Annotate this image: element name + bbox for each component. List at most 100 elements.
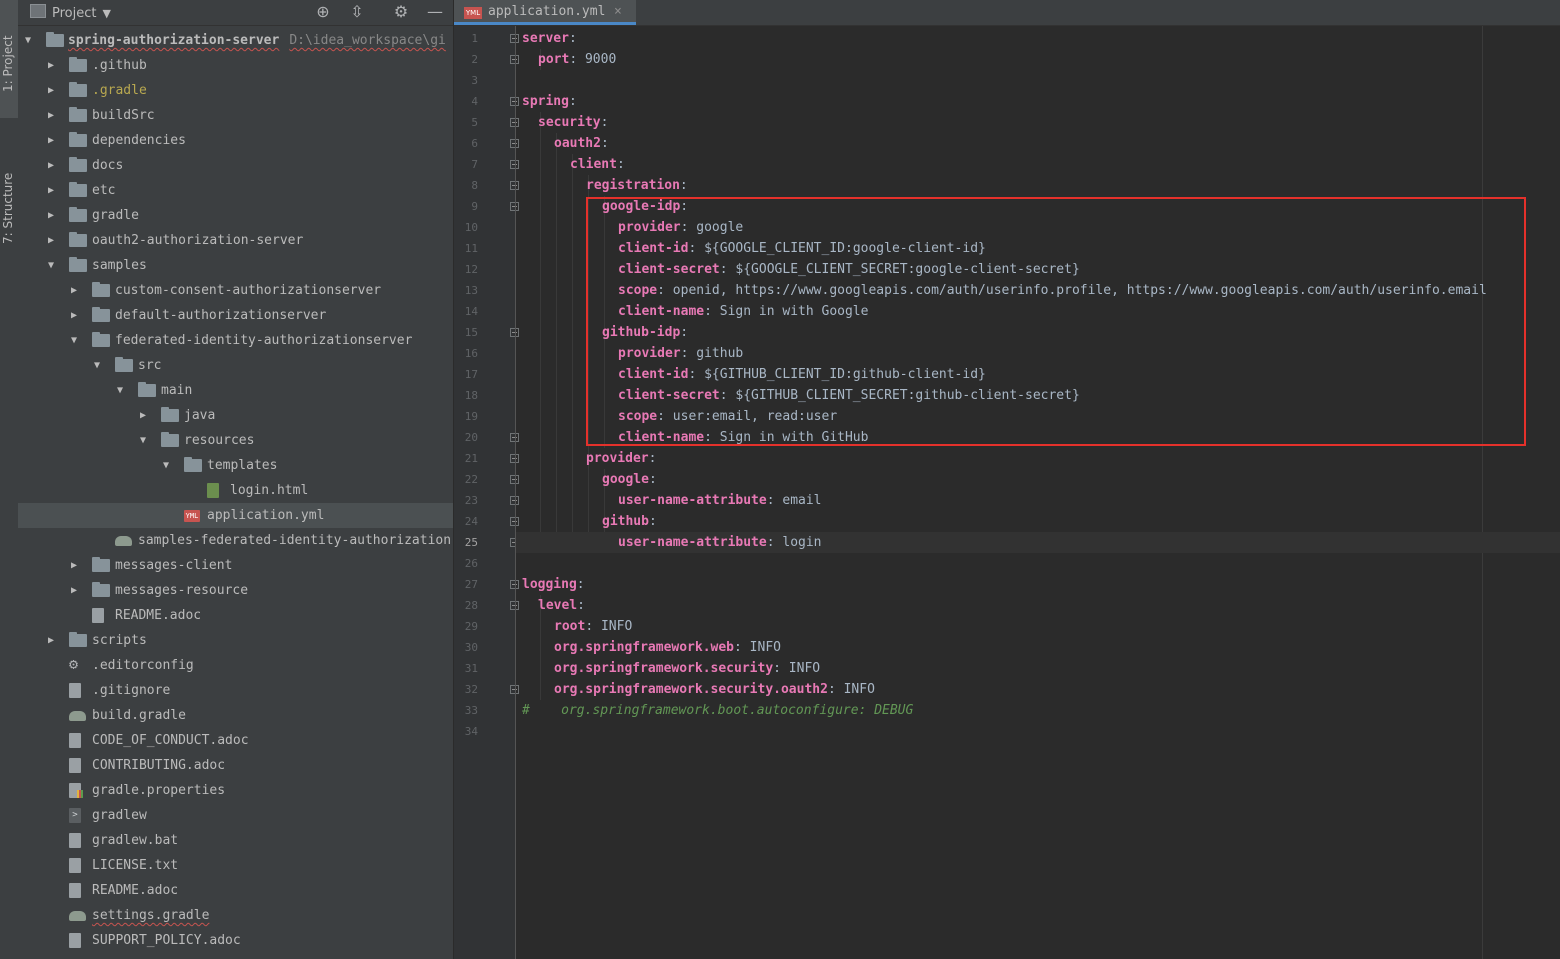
chevron-right-icon[interactable]: ▶ — [68, 303, 80, 328]
tree-item[interactable]: ▶ messages-client — [18, 553, 453, 578]
tree-item-label: resources — [184, 433, 255, 448]
tree-item-label: .gradle — [92, 83, 147, 98]
tree-item[interactable]: ▶ default-authorizationserver — [18, 303, 453, 328]
chevron-right-icon[interactable]: ▶ — [68, 278, 80, 303]
tree-item[interactable]: ▼ samples — [18, 253, 453, 278]
chevron-down-icon[interactable]: ▼ — [22, 28, 34, 53]
chevron-down-icon[interactable]: ▼ — [68, 328, 80, 353]
tree-item[interactable]: LICENSE.txt — [18, 853, 453, 878]
chevron-down-icon[interactable]: ▼ — [114, 378, 126, 403]
line-number: 28 — [464, 599, 478, 612]
chevron-down-icon[interactable]: ▼ — [160, 453, 172, 478]
chevron-right-icon[interactable]: ▶ — [45, 203, 57, 228]
tree-item[interactable]: gradle.properties — [18, 778, 453, 803]
tree-item[interactable]: ▶ oauth2-authorization-server — [18, 228, 453, 253]
tree-item[interactable]: YML application.yml — [18, 503, 453, 528]
tree-item[interactable]: ▼ src — [18, 353, 453, 378]
yaml-value: login — [774, 535, 822, 550]
line-number: 27 — [464, 578, 478, 591]
tree-item[interactable]: ▶ java — [18, 403, 453, 428]
tree-item[interactable]: gradlew.bat — [18, 828, 453, 853]
line-number: 25 — [464, 536, 478, 549]
code-line: google: — [602, 469, 657, 490]
line-number: 15 — [464, 326, 478, 339]
chevron-right-icon[interactable]: ▶ — [45, 128, 57, 153]
tree-item[interactable]: > gradlew — [18, 803, 453, 828]
chevron-right-icon[interactable]: ▶ — [45, 228, 57, 253]
tree-item[interactable]: ▶ .gradle — [18, 78, 453, 103]
yaml-key: org.springframework.security.oauth2 — [554, 682, 828, 697]
tab-application-yml[interactable]: YML application.yml × — [454, 0, 636, 25]
line-number: 34 — [464, 725, 478, 738]
folder-icon — [69, 207, 87, 222]
tree-item[interactable]: ▶ .github — [18, 53, 453, 78]
chevron-right-icon[interactable]: ▶ — [45, 78, 57, 103]
tree-item[interactable]: ▼ federated-identity-authorizationserver — [18, 328, 453, 353]
tree-item[interactable]: ▶ etc — [18, 178, 453, 203]
code-line: github: — [602, 511, 657, 532]
chevron-right-icon[interactable]: ▶ — [45, 53, 57, 78]
yaml-value: email — [774, 493, 822, 508]
tree-item-label: README.adoc — [92, 883, 179, 898]
tree-item[interactable]: ▶ messages-resource — [18, 578, 453, 603]
chevron-right-icon[interactable]: ▶ — [68, 553, 80, 578]
tree-root[interactable]: ▼ spring-authorization-server D:\idea_work… — [18, 28, 453, 53]
project-tool-tab[interactable]: 1: Project — [0, 0, 18, 118]
structure-tool-tab[interactable]: 7: Structure — [0, 126, 18, 256]
yaml-value: INFO — [780, 661, 821, 676]
tree-item[interactable]: login.html — [18, 478, 453, 503]
tree-item[interactable]: ▼ main — [18, 378, 453, 403]
line-number: 4 — [471, 95, 478, 108]
tree-item[interactable]: CONTRIBUTING.adoc — [18, 753, 453, 778]
tree-item[interactable]: .gitignore — [18, 678, 453, 703]
tree-item[interactable]: settings.gradle — [18, 903, 453, 928]
folder-icon — [184, 457, 202, 472]
tree-item[interactable]: build.gradle — [18, 703, 453, 728]
line-number: 23 — [464, 494, 478, 507]
tree-item-label: default-authorizationserver — [115, 308, 327, 323]
yaml-separator: : — [568, 31, 577, 46]
chevron-down-icon[interactable]: ▼ — [45, 253, 57, 278]
chevron-right-icon[interactable]: ▶ — [45, 153, 57, 178]
tree-item[interactable]: ▶ scripts — [18, 628, 453, 653]
folder-icon — [69, 182, 87, 197]
collapse-all-icon[interactable]: ⇳ — [346, 2, 368, 21]
tree-item[interactable]: ▶ docs — [18, 153, 453, 178]
tree-item[interactable]: README.adoc — [18, 878, 453, 903]
tree-item[interactable]: ▼ templates — [18, 453, 453, 478]
chevron-right-icon[interactable]: ▶ — [45, 103, 57, 128]
tree-item[interactable]: ▶ custom-consent-authorizationserver — [18, 278, 453, 303]
locate-icon[interactable]: ⊕ — [312, 2, 334, 21]
chevron-right-icon[interactable]: ▶ — [68, 578, 80, 603]
close-icon[interactable]: × — [614, 0, 622, 23]
chevron-right-icon[interactable]: ▶ — [45, 628, 57, 653]
chevron-down-icon[interactable]: ▼ — [91, 353, 103, 378]
tree-item[interactable]: SUPPORT_POLICY.adoc — [18, 928, 453, 953]
folder-icon — [69, 82, 87, 97]
tree-item-label: main — [161, 383, 193, 398]
yaml-key: google — [602, 472, 649, 487]
yaml-separator: : — [600, 136, 609, 151]
indent-guide — [556, 133, 557, 553]
tool-window-strip: 1: Project 7: Structure — [0, 0, 19, 959]
tree-item-label: oauth2-authorization-server — [92, 233, 304, 248]
tree-item[interactable]: ▶ gradle — [18, 203, 453, 228]
tree-item[interactable]: ⚙ .editorconfig — [18, 653, 453, 678]
chevron-down-icon[interactable]: ▼ — [137, 428, 149, 453]
tree-item[interactable]: CODE_OF_CONDUCT.adoc — [18, 728, 453, 753]
minimize-icon[interactable]: — — [424, 2, 446, 21]
line-number: 16 — [464, 347, 478, 360]
tree-item[interactable]: ▼ resources — [18, 428, 453, 453]
chevron-right-icon[interactable]: ▶ — [137, 403, 149, 428]
project-view-selector[interactable]: Project ▼ — [30, 4, 111, 21]
tree-item[interactable]: README.adoc — [18, 603, 453, 628]
tree-item-label: build.gradle — [92, 708, 186, 723]
gear-icon[interactable]: ⚙ — [390, 2, 412, 21]
chevron-right-icon[interactable]: ▶ — [45, 178, 57, 203]
yaml-separator: : — [616, 157, 625, 172]
tree-item-label: custom-consent-authorizationserver — [115, 283, 382, 298]
yaml-value: INFO — [741, 640, 781, 655]
tree-item[interactable]: ▶ buildSrc — [18, 103, 453, 128]
tree-item[interactable]: samples-federated-identity-authorization — [18, 528, 453, 553]
tree-item[interactable]: ▶ dependencies — [18, 128, 453, 153]
